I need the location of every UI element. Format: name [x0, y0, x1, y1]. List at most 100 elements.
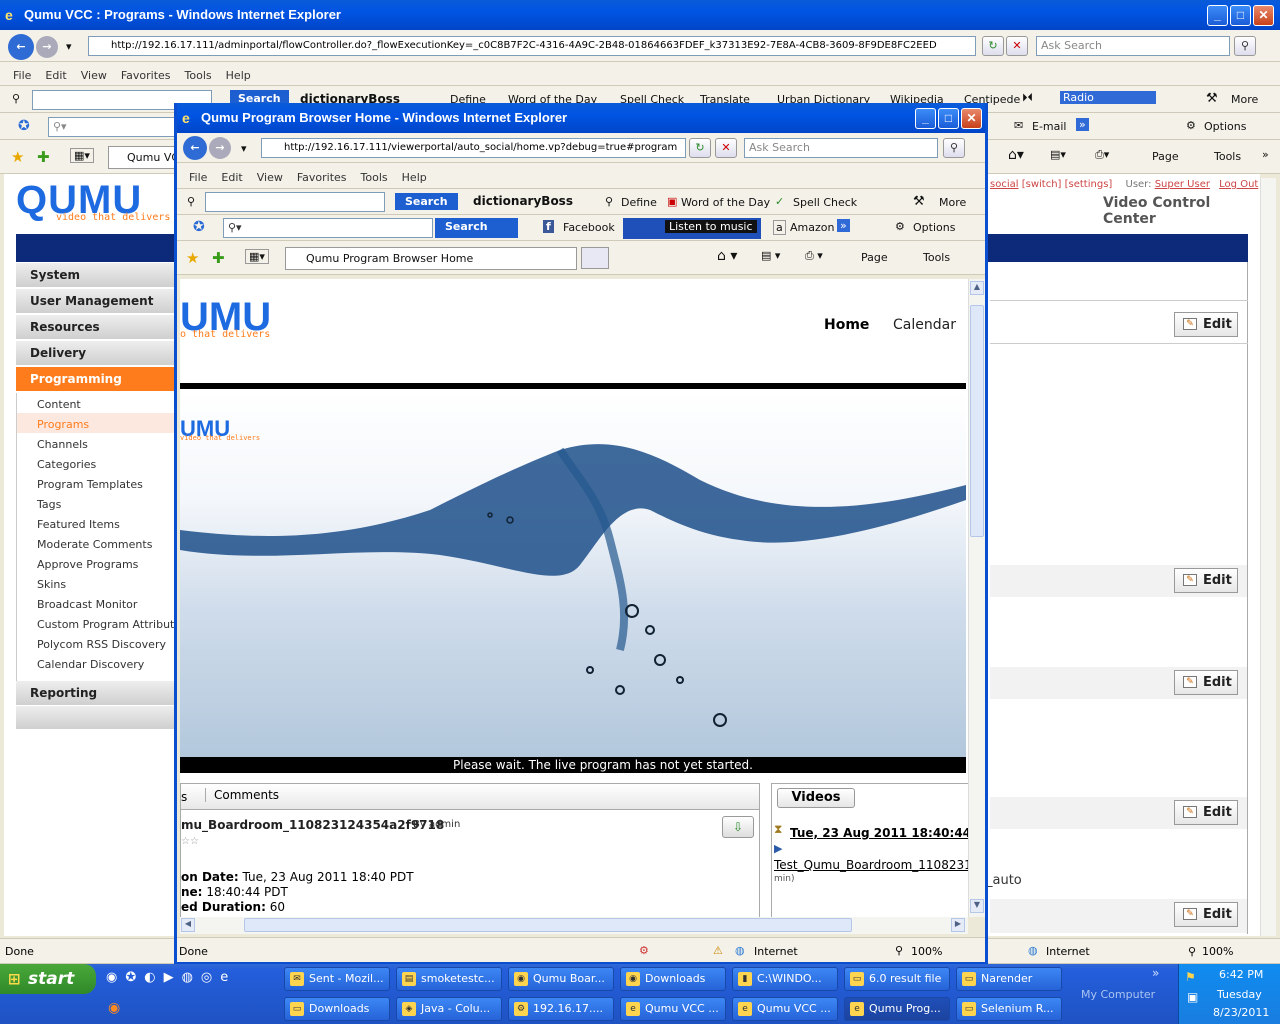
my-computer-label[interactable]: My Computer	[1081, 988, 1155, 1001]
hscroll-thumb[interactable]	[244, 918, 852, 932]
close-button[interactable]: ✕	[961, 108, 982, 129]
taskbar-item[interactable]: ◉ Qumu Boar...	[508, 967, 614, 991]
chevron-right-icon[interactable]: »	[1076, 118, 1089, 131]
subnav-program-templates[interactable]: Program Templates	[37, 478, 143, 491]
taskbar-item[interactable]: ▭ 6.0 result file	[844, 967, 950, 991]
stop-icon[interactable]: ✕	[715, 138, 737, 158]
tab-list-icon[interactable]: ▦▾	[245, 249, 269, 264]
edit-button-2[interactable]: ✎ Edit	[1174, 568, 1238, 593]
add-favorites-icon[interactable]: ✚	[37, 148, 50, 166]
admin-tab[interactable]: Qumu VC	[108, 146, 178, 169]
nav-calendar[interactable]: Calendar	[893, 317, 956, 333]
facebook-button[interactable]: Facebook	[563, 221, 615, 234]
print-icon[interactable]: ⎙▾	[1095, 148, 1109, 162]
viewer-vscrollbar[interactable]: ▲ ▼	[968, 279, 985, 917]
new-tab-button[interactable]	[581, 247, 609, 269]
scroll-thumb[interactable]	[970, 305, 984, 537]
taskbar-item[interactable]: e Qumu VCC ...	[620, 997, 726, 1021]
history-dropdown-icon[interactable]: ▾	[241, 142, 247, 155]
forward-icon[interactable]: →	[209, 137, 231, 159]
taskbar-item[interactable]: ✉ Sent - Mozil...	[284, 967, 390, 991]
tools-menu[interactable]: Tools	[923, 251, 950, 264]
minimize-button[interactable]: _	[1207, 5, 1228, 26]
refresh-icon[interactable]: ↻	[982, 36, 1004, 56]
more-button[interactable]: More	[1231, 93, 1258, 106]
menu-file[interactable]: File	[189, 171, 207, 184]
menu-help[interactable]: Help	[226, 69, 251, 82]
page-menu[interactable]: Page	[861, 251, 888, 264]
menu-tools[interactable]: Tools	[361, 171, 388, 184]
maximize-button[interactable]: □	[938, 108, 959, 129]
subnav-featured-items[interactable]: Featured Items	[37, 518, 120, 531]
help-icon[interactable]: »	[1262, 148, 1269, 161]
scroll-right-arrow[interactable]: ▶	[951, 918, 965, 932]
viewer-url-field[interactable]: http://192.16.17.111/viewerportal/auto_s…	[261, 138, 686, 158]
taskbar-item[interactable]: ◉ Downloads	[620, 967, 726, 991]
rating-stars[interactable]: ☆☆	[181, 836, 199, 847]
more-button[interactable]: More	[939, 196, 966, 209]
taskbar-item[interactable]: ▭ Narender	[956, 967, 1062, 991]
scroll-down-arrow[interactable]: ▼	[970, 899, 984, 913]
dictionaryboss-logo[interactable]: dictionaryBoss	[473, 194, 573, 208]
edit-button-1[interactable]: ✎ Edit	[1174, 312, 1238, 337]
nav-programming[interactable]: Programming	[16, 367, 174, 392]
logout-link[interactable]: Log Out	[1219, 179, 1258, 190]
tab-partial[interactable]: s	[181, 790, 187, 804]
music-player[interactable]: Listen to music	[623, 218, 761, 239]
subnav-calendar-discovery[interactable]: Calendar Discovery	[37, 658, 144, 671]
page-menu[interactable]: Page	[1152, 150, 1179, 163]
admin-ask-search[interactable]: ⚲▾	[48, 117, 178, 137]
taskbar-item[interactable]: ⚙ 192.16.17....	[508, 997, 614, 1021]
menu-view[interactable]: View	[257, 171, 283, 184]
menu-view[interactable]: View	[81, 69, 107, 82]
menu-favorites[interactable]: Favorites	[121, 69, 171, 82]
user-link[interactable]: Super User	[1155, 179, 1210, 190]
nav-home[interactable]: Home	[824, 317, 869, 333]
subnav-content[interactable]: Content	[37, 398, 81, 411]
viewer-search-button[interactable]: Search	[395, 193, 458, 210]
ask-search-button[interactable]: Search	[435, 218, 518, 238]
viewer-search-input[interactable]: Ask Search	[744, 138, 938, 158]
subnav-tags[interactable]: Tags	[37, 498, 61, 511]
viewer-title-bar[interactable]: e Qumu Program Browser Home - Windows In…	[177, 103, 985, 133]
tab-list-icon[interactable]: ▦▾	[70, 148, 94, 163]
play-icon[interactable]: ▶	[774, 842, 782, 855]
subnav-custom-attributes[interactable]: Custom Program Attributes	[37, 618, 187, 631]
subnav-categories[interactable]: Categories	[37, 458, 96, 471]
taskbar-item[interactable]: ▭ Downloads	[284, 997, 390, 1021]
subnav-programs[interactable]: Programs	[37, 418, 89, 431]
viewer-zoom[interactable]: 100%	[911, 945, 942, 958]
menu-tools[interactable]: Tools	[185, 69, 212, 82]
taskbar-item[interactable]: ▮ C:\WINDO...	[732, 967, 838, 991]
edit-button-4[interactable]: ✎ Edit	[1174, 800, 1238, 825]
maximize-button[interactable]: □	[1230, 5, 1251, 26]
video-date-link[interactable]: Tue, 23 Aug 2011 18:40:44 PDT	[790, 826, 968, 840]
feeds-icon[interactable]: ▤ ▾	[761, 249, 780, 262]
taskbar-item[interactable]: ◈ Java - Colu...	[396, 997, 502, 1021]
menu-file[interactable]: File	[13, 69, 31, 82]
define-button[interactable]: Define	[621, 196, 657, 209]
taskbar-item[interactable]: e Qumu VCC ...	[732, 997, 838, 1021]
amazon-button[interactable]: Amazon	[790, 221, 834, 234]
spell-check-button[interactable]: Spell Check	[793, 196, 857, 209]
nav-system[interactable]: System	[16, 263, 174, 288]
taskbar-item[interactable]: ▭ Selenium R...	[956, 997, 1062, 1021]
favorites-star-icon[interactable]: ★	[11, 148, 24, 166]
start-button[interactable]: ⊞ start	[0, 964, 96, 994]
video-name-link[interactable]: Test_Qumu_Boardroom_1108231	[774, 858, 968, 872]
tab-comments[interactable]: Comments	[205, 788, 287, 802]
settings-link[interactable]: [settings]	[1065, 179, 1113, 190]
subnav-channels[interactable]: Channels	[37, 438, 88, 451]
video-player[interactable]: UMU video that delivers	[180, 390, 966, 757]
forward-icon[interactable]: →	[36, 36, 58, 58]
clock-time[interactable]: 6:42 PM	[1219, 968, 1263, 981]
chevron-right-icon[interactable]: »	[837, 219, 850, 232]
print-icon[interactable]: ⎙ ▾	[805, 249, 823, 263]
menu-help[interactable]: Help	[402, 171, 427, 184]
edit-button-3[interactable]: ✎ Edit	[1174, 670, 1238, 695]
admin-title-bar[interactable]: e Qumu VCC : Programs - Windows Internet…	[0, 0, 1280, 30]
nav-reporting[interactable]: Reporting	[16, 681, 174, 706]
admin-scrollbar[interactable]	[1260, 178, 1276, 936]
options-button[interactable]: Options	[1204, 120, 1246, 133]
edit-button-5[interactable]: ✎ Edit	[1174, 902, 1238, 927]
